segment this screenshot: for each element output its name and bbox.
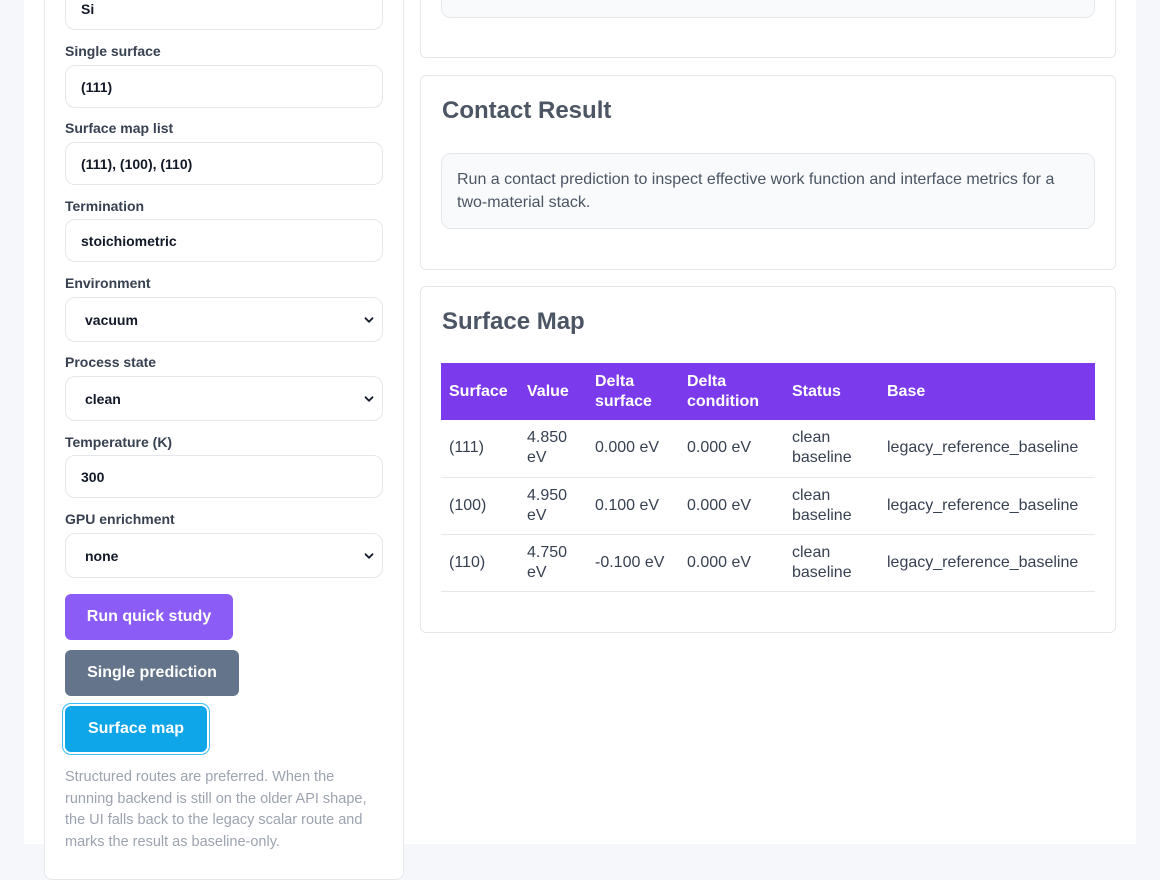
previous-result-card — [420, 0, 1116, 58]
chevron-down-icon — [364, 316, 374, 323]
cell-base: legacy_reference_baseline — [879, 477, 1095, 535]
gpu-enrichment-value: none — [85, 547, 119, 564]
environment-value: vacuum — [85, 311, 138, 328]
cell-surface: (100) — [441, 477, 519, 535]
cell-delta-surface: -0.100 eV — [587, 534, 679, 592]
cell-status: clean baseline — [784, 420, 879, 478]
page: Si Single surface (111) Surface map list… — [24, 0, 1136, 880]
cell-delta-surface: 0.100 eV — [587, 477, 679, 535]
cell-surface: (110) — [441, 534, 519, 592]
previous-result-box — [441, 0, 1095, 18]
cell-delta-condition: 0.000 eV — [679, 420, 784, 478]
surface-map-list-input[interactable]: (111), (100), (110) — [65, 142, 383, 185]
surface-map-list-label: Surface map list — [65, 120, 174, 136]
process-state-select[interactable]: clean — [65, 376, 383, 421]
surface-map-title: Surface Map — [442, 308, 585, 335]
column-header-surface: Surface — [441, 363, 519, 420]
process-state-label: Process state — [65, 354, 157, 370]
single-surface-label: Single surface — [65, 43, 161, 59]
contact-result-message: Run a contact prediction to inspect effe… — [441, 153, 1095, 229]
gpu-enrichment-select[interactable]: none — [65, 533, 383, 578]
material-input-value: Si — [81, 0, 95, 17]
cell-delta-surface: 0.000 eV — [587, 420, 679, 478]
chevron-down-icon — [364, 552, 374, 559]
surface-map-button[interactable]: Surface map — [65, 706, 207, 752]
column-header-delta-condition: Delta condition — [679, 363, 784, 420]
material-input[interactable]: Si — [65, 0, 383, 30]
fallback-note: Structured routes are preferred. When th… — [65, 769, 367, 850]
termination-value: stoichiometric — [81, 232, 177, 249]
termination-label: Termination — [65, 198, 145, 214]
temperature-value: 300 — [81, 468, 105, 485]
cell-surface: (111) — [441, 420, 519, 478]
environment-select[interactable]: vacuum — [65, 297, 383, 342]
environment-label: Environment — [65, 275, 151, 291]
chevron-down-icon — [364, 395, 374, 402]
cell-status: clean baseline — [784, 477, 879, 535]
single-prediction-button[interactable]: Single prediction — [65, 650, 239, 696]
process-state-value: clean — [85, 390, 121, 407]
column-header-delta-surface: Delta surface — [587, 363, 679, 420]
termination-input[interactable]: stoichiometric — [65, 219, 383, 262]
cell-value: 4.950 eV — [519, 477, 587, 535]
cell-base: legacy_reference_baseline — [879, 420, 1095, 478]
column-header-value: Value — [519, 363, 587, 420]
gpu-enrichment-label: GPU enrichment — [65, 511, 175, 527]
table-row: (111) 4.850 eV 0.000 eV 0.000 eV clean b… — [441, 420, 1095, 478]
table-row: (100) 4.950 eV 0.100 eV 0.000 eV clean b… — [441, 477, 1095, 535]
cell-base: legacy_reference_baseline — [879, 534, 1095, 592]
temperature-input[interactable]: 300 — [65, 455, 383, 498]
cell-status: clean baseline — [784, 534, 879, 592]
single-surface-value: (111) — [81, 78, 113, 95]
contact-result-title: Contact Result — [442, 97, 612, 124]
cell-value: 4.750 eV — [519, 534, 587, 592]
cell-delta-condition: 0.000 eV — [679, 477, 784, 535]
column-header-status: Status — [784, 363, 879, 420]
table-header-row: Surface Value Delta surface Delta condit… — [441, 363, 1095, 420]
surface-map-card: Surface Map Surface Value Delta surface … — [420, 286, 1116, 633]
table-row: (110) 4.750 eV -0.100 eV 0.000 eV clean … — [441, 534, 1095, 592]
single-surface-input[interactable]: (111) — [65, 65, 383, 108]
surface-map-table: Surface Value Delta surface Delta condit… — [441, 363, 1095, 592]
temperature-label: Temperature (K) — [65, 434, 173, 450]
contact-result-card: Contact Result Run a contact prediction … — [420, 75, 1116, 270]
cell-delta-condition: 0.000 eV — [679, 534, 784, 592]
column-header-base: Base — [879, 363, 1095, 420]
cell-value: 4.850 eV — [519, 420, 587, 478]
surface-map-list-value: (111), (100), (110) — [81, 155, 193, 172]
run-quick-study-button[interactable]: Run quick study — [65, 594, 233, 640]
